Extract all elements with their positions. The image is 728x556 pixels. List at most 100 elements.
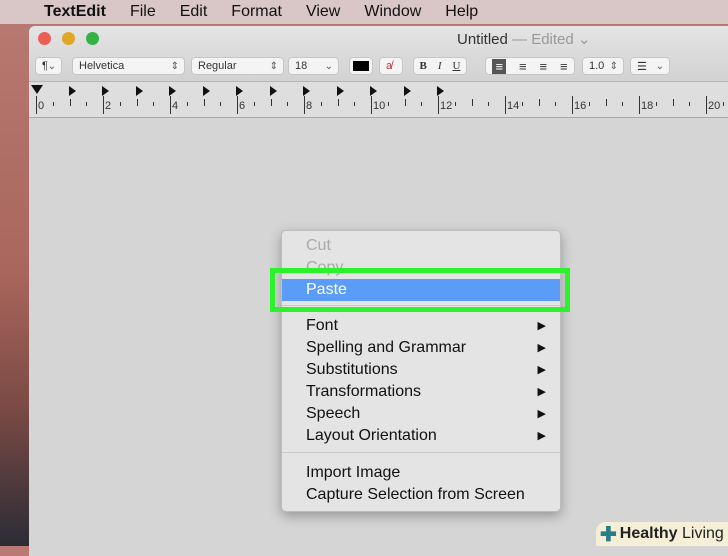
ruler-label: 8 <box>306 100 313 112</box>
font-style-select[interactable]: Regular ⇕ <box>191 57 284 75</box>
tab-stop-icon[interactable] <box>437 86 444 96</box>
ruler-minor-tick <box>220 102 222 106</box>
size-value: 18 <box>295 60 308 72</box>
list-style-button[interactable]: ☰ ⌄ <box>630 57 670 75</box>
menu-item-label: Capture Selection from Screen <box>306 486 525 503</box>
tab-stop-icon[interactable] <box>169 86 176 96</box>
tab-stop-icon[interactable] <box>202 86 210 96</box>
menu-separator <box>282 452 560 453</box>
tab-stop-icon[interactable] <box>135 86 143 96</box>
ruler-minor-tick <box>605 99 607 106</box>
tab-stop-icon[interactable] <box>236 86 243 96</box>
ruler-label: 20 <box>708 100 721 112</box>
menu-app[interactable]: TextEdit <box>44 3 106 21</box>
no-highlight-icon: a̸ <box>386 60 393 72</box>
title-bar: Untitled — Edited ⌄ ¶ ⌄ Helvetica ⇕ Regula… <box>29 26 728 82</box>
justify-icon[interactable]: ≡ <box>560 59 568 74</box>
ruler-minor-tick <box>689 102 691 106</box>
menu-item-cut[interactable]: Cut <box>282 235 560 257</box>
ruler-minor-tick <box>722 102 724 106</box>
menu-window[interactable]: Window <box>364 3 421 21</box>
italic-button[interactable]: I <box>438 60 442 72</box>
indent-marker-icon[interactable] <box>31 85 43 94</box>
text-style-group: BIU <box>413 57 467 75</box>
ruler-label: 4 <box>172 100 179 112</box>
menu-help[interactable]: Help <box>445 3 478 21</box>
updown-icon: ⇕ <box>609 60 618 72</box>
title-text: Untitled <box>457 31 508 48</box>
chevron-down-icon: ⌄ <box>47 60 56 72</box>
bold-button[interactable]: B <box>420 60 427 72</box>
updown-icon: ⇕ <box>269 60 278 72</box>
menu-item-layout-orientation[interactable]: Layout Orientation ▶ <box>282 425 560 447</box>
edited-status[interactable]: — Edited <box>512 31 574 48</box>
underline-button[interactable]: U <box>453 60 461 72</box>
submenu-arrow-icon: ▶ <box>537 364 546 376</box>
zoom-button[interactable] <box>86 32 99 45</box>
submenu-arrow-icon: ▶ <box>537 320 546 332</box>
tab-stop-icon[interactable] <box>269 86 277 96</box>
ruler-minor-tick <box>337 99 339 106</box>
ruler-minor-tick <box>119 102 121 106</box>
watermark-text: Living <box>682 525 724 542</box>
menu-item-label: Speech <box>306 405 361 422</box>
ruler[interactable]: 0 2 4 6 8 10 12 14 16 18 20 <box>29 82 728 118</box>
tab-stop-icon[interactable] <box>102 86 109 96</box>
menu-view[interactable]: View <box>306 3 340 21</box>
plus-leaf-icon: ✚ <box>600 523 617 546</box>
ruler-label: 0 <box>38 100 45 112</box>
font-family-select[interactable]: Helvetica ⇕ <box>72 57 185 75</box>
menu-item-capture-selection-from-screen[interactable]: Capture Selection from Screen <box>282 484 560 506</box>
menu-item-label: Transformations <box>306 383 421 400</box>
ruler-minor-tick <box>270 99 272 106</box>
align-left-icon[interactable]: ≡ <box>492 58 507 74</box>
ruler-major-tick <box>237 96 238 114</box>
ruler-major-tick <box>36 96 37 114</box>
font-value: Helvetica <box>79 60 125 72</box>
submenu-arrow-icon: ▶ <box>537 386 546 398</box>
menu-file[interactable]: File <box>130 3 156 21</box>
menu-item-font[interactable]: Font ▶ <box>282 315 560 337</box>
ruler-label: 10 <box>373 100 386 112</box>
submenu-arrow-icon: ▶ <box>537 342 546 354</box>
style-value: Regular <box>198 60 237 72</box>
align-center-icon[interactable]: ≡ <box>519 59 527 74</box>
list-icon: ☰ <box>637 60 647 73</box>
menu-item-spelling-and-grammar[interactable]: Spelling and Grammar ▶ <box>282 337 560 359</box>
ruler-label: 12 <box>440 100 453 112</box>
tab-stop-icon[interactable] <box>370 86 377 96</box>
font-size-combo[interactable]: 18 ⌄ <box>288 57 339 75</box>
menu-item-label: Import Image <box>306 464 401 481</box>
text-color-button[interactable] <box>349 57 373 75</box>
ruler-minor-tick <box>320 102 322 106</box>
ruler-minor-tick <box>454 102 456 106</box>
menu-item-transformations[interactable]: Transformations ▶ <box>282 381 560 403</box>
align-right-icon[interactable]: ≡ <box>539 59 547 74</box>
ruler-minor-tick <box>404 99 406 106</box>
highlight-color-button[interactable]: a̸ <box>379 57 403 75</box>
minimize-button[interactable] <box>62 32 75 45</box>
close-button[interactable] <box>38 32 51 45</box>
tab-stop-icon[interactable] <box>403 86 411 96</box>
line-spacing-select[interactable]: 1.0 ⇕ <box>582 57 624 75</box>
ruler-minor-tick <box>521 102 523 106</box>
menu-item-import-image[interactable]: Import Image <box>282 462 560 484</box>
tab-stop-icon[interactable] <box>303 86 310 96</box>
menu-item-label: Spelling and Grammar <box>306 339 467 356</box>
tab-stop-icon[interactable] <box>68 86 76 96</box>
menu-item-substitutions[interactable]: Substitutions ▶ <box>282 359 560 381</box>
menu-format[interactable]: Format <box>231 3 282 21</box>
menu-item-label: Layout Orientation <box>306 427 437 444</box>
ruler-label: 14 <box>507 100 520 112</box>
ruler-minor-tick <box>555 102 557 106</box>
menu-item-speech[interactable]: Speech ▶ <box>282 403 560 425</box>
ruler-label: 16 <box>574 100 587 112</box>
ruler-minor-tick <box>354 102 356 106</box>
ruler-major-tick <box>304 96 305 114</box>
paragraph-style-button[interactable]: ¶ ⌄ <box>35 57 62 75</box>
ruler-major-tick <box>170 96 171 114</box>
tab-stop-icon[interactable] <box>336 86 344 96</box>
ruler-minor-tick <box>655 102 657 106</box>
menu-edit[interactable]: Edit <box>180 3 208 21</box>
ruler-label: 6 <box>239 100 246 112</box>
